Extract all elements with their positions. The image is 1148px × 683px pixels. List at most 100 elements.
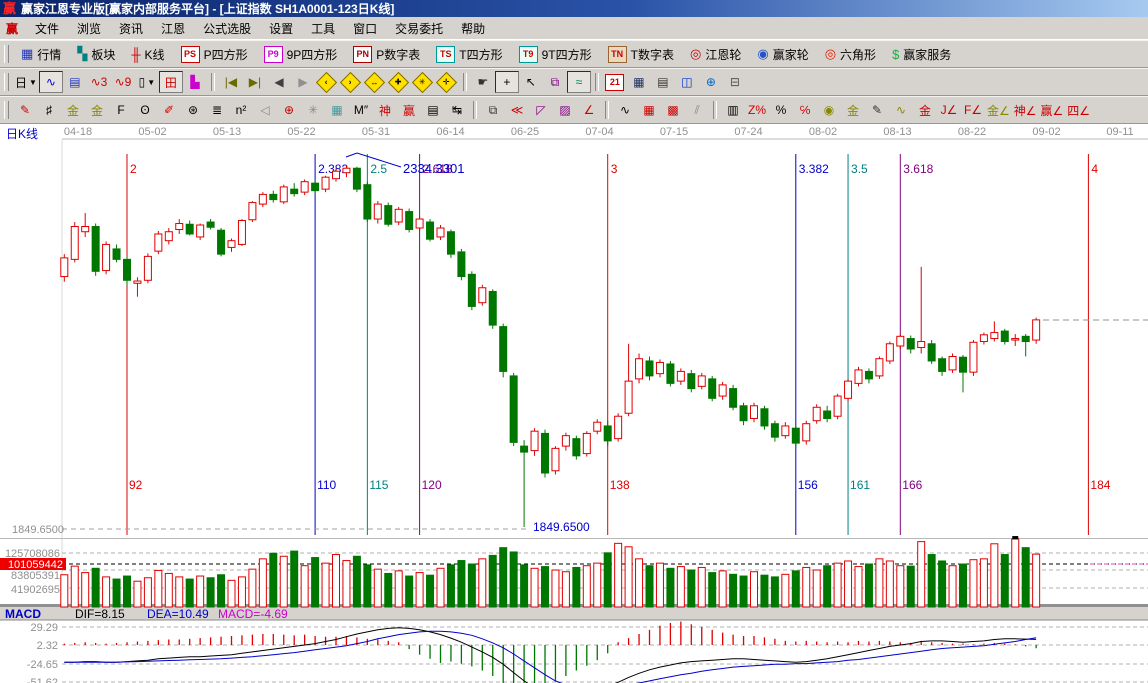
starweb-tool-button[interactable]: ✳: [301, 99, 325, 121]
ying-grid-tool-button[interactable]: 赢: [397, 99, 421, 121]
red-grid-tool-button[interactable]: ▦: [637, 99, 661, 121]
gong-wave-tool-button[interactable]: ∿: [889, 99, 913, 121]
menu-item-帮助[interactable]: 帮助: [452, 18, 494, 39]
calendar-tool-button[interactable]: 21: [603, 71, 627, 93]
gold-angle-tool-button[interactable]: 金∠: [985, 99, 1012, 121]
quote-board-button[interactable]: ▤: [63, 71, 87, 93]
pct-bars-tool-button[interactable]: ▥: [721, 99, 745, 121]
toolbar-hexagon-button[interactable]: ◎六角形: [817, 44, 884, 65]
zigzag-tool-button[interactable]: ∿: [39, 71, 63, 93]
ma-3-button[interactable]: ∿3: [87, 71, 111, 93]
nav-first-button[interactable]: |◀: [219, 71, 243, 93]
gold-lines-tool-button[interactable]: 金: [841, 99, 865, 121]
menu-item-资讯[interactable]: 资讯: [110, 18, 152, 39]
toolbar-p-number-table-button[interactable]: PNP数字表: [345, 44, 428, 65]
toolbar-grip[interactable]: [4, 101, 9, 119]
nav-last-button[interactable]: ▶|: [243, 71, 267, 93]
j-angle-tool-button[interactable]: J∠: [937, 99, 961, 121]
gold-grid2-tool-button[interactable]: 金: [85, 99, 109, 121]
menu-item-窗口[interactable]: 窗口: [344, 18, 386, 39]
candle-style-selector-dropdown-arrow-icon[interactable]: ▼: [147, 78, 155, 87]
zoom-all-button[interactable]: ✛: [435, 71, 459, 93]
flag-tool-button[interactable]: ◁: [253, 99, 277, 121]
toolbar-winner-wheel-button[interactable]: ◉赢家轮: [749, 44, 816, 65]
menu-item-设置[interactable]: 设置: [260, 18, 302, 39]
shen-angle-tool-button[interactable]: 神∠: [1012, 99, 1039, 121]
pct-lines-tool-button[interactable]: ℅: [793, 99, 817, 121]
volume-profile-button[interactable]: ▙: [183, 71, 207, 93]
si-angle-tool-button[interactable]: 四∠: [1065, 99, 1092, 121]
toolbar-winner-service-button[interactable]: $赢家服务: [884, 44, 959, 65]
menu-item-工具[interactable]: 工具: [302, 18, 344, 39]
pct-tool-button[interactable]: %: [769, 99, 793, 121]
zoom-out-button[interactable]: ✳: [411, 71, 435, 93]
gold-underline-tool-button[interactable]: 金: [913, 99, 937, 121]
app-icon[interactable]: 赢: [3, 1, 16, 16]
toolbar-p-square-button[interactable]: PSP四方形: [173, 44, 256, 65]
toolbar-kline-button[interactable]: ╫K线: [123, 44, 172, 65]
pen2-tool-button[interactable]: ✐: [157, 99, 181, 121]
menu-item-交易委托[interactable]: 交易委托: [386, 18, 452, 39]
title-bar[interactable]: 赢 赢家江恩专业版[赢家内部服务平台] - [上证指数 SH1A0001-123…: [0, 0, 1148, 17]
slashes-tool-button[interactable]: ⫽: [685, 99, 709, 121]
angle-lines-tool-button[interactable]: ∠: [577, 99, 601, 121]
ma-9-button[interactable]: ∿9: [111, 71, 135, 93]
crosshair-tool-button[interactable]: +: [495, 71, 519, 93]
compass-tool-button[interactable]: ⊛: [181, 99, 205, 121]
toolbar-grip[interactable]: [4, 73, 9, 91]
shen-grid-tool-button[interactable]: 神: [373, 99, 397, 121]
nav-next-button[interactable]: ▶: [291, 71, 315, 93]
pen-note-tool-button[interactable]: ✎: [865, 99, 889, 121]
memo-tool-button[interactable]: ▤: [651, 71, 675, 93]
fan-tool-button[interactable]: ≪: [505, 99, 529, 121]
zoom-right-button[interactable]: ›: [339, 71, 363, 93]
gold-circle-tool-button[interactable]: ◉: [817, 99, 841, 121]
ruler123-tool-button[interactable]: ▤: [421, 99, 445, 121]
ying-angle-tool-button[interactable]: 赢∠: [1039, 99, 1066, 121]
network-tool-button[interactable]: ⊕: [699, 71, 723, 93]
wave2-tool-button[interactable]: ∿: [613, 99, 637, 121]
period-day-selector-button[interactable]: 日▼: [13, 71, 39, 93]
nav-prev-button[interactable]: ◀: [267, 71, 291, 93]
period-day-selector-dropdown-arrow-icon[interactable]: ▼: [29, 78, 37, 87]
toolbar-9t-square-button[interactable]: T99T四方形: [511, 44, 600, 65]
toolbar-quotes-button[interactable]: ▦行情: [13, 44, 69, 65]
menu-item-文件[interactable]: 文件: [26, 18, 68, 39]
toolbar-t-number-table-button[interactable]: TNT数字表: [600, 44, 682, 65]
zoom-horizontal-button[interactable]: ↔: [363, 71, 387, 93]
gold-grid-tool-button[interactable]: 金: [61, 99, 85, 121]
menu-item-公式选股[interactable]: 公式选股: [194, 18, 260, 39]
box-diag-tool-button[interactable]: ▨: [553, 99, 577, 121]
pointer-zoom-tool-button[interactable]: ↖: [519, 71, 543, 93]
hand-tool-button[interactable]: ☛: [471, 71, 495, 93]
candle-style-selector-button[interactable]: ▯▼: [135, 71, 159, 93]
menu-item-浏览[interactable]: 浏览: [68, 18, 110, 39]
pen-tool-button[interactable]: ✎: [13, 99, 37, 121]
window-split-tool-button[interactable]: ⧉: [543, 71, 567, 93]
f-grid-tool-button[interactable]: F: [109, 99, 133, 121]
n2-tool-button[interactable]: n²: [229, 99, 253, 121]
menu-item-江恩[interactable]: 江恩: [152, 18, 194, 39]
red-grid2-tool-button[interactable]: ▩: [661, 99, 685, 121]
save-tool-button[interactable]: ◫: [675, 71, 699, 93]
z-pct-tool-button[interactable]: Z%: [745, 99, 769, 121]
zoom-left-button[interactable]: ‹: [315, 71, 339, 93]
mwave-tool-button[interactable]: M″: [349, 99, 373, 121]
menu-logo-icon[interactable]: 赢: [0, 20, 26, 37]
box-tool-button[interactable]: ⧉: [481, 99, 505, 121]
zoom-in-button[interactable]: ✚: [387, 71, 411, 93]
webbox-tool-button[interactable]: ▦: [325, 99, 349, 121]
arrows-h-tool-button[interactable]: ↹: [445, 99, 469, 121]
toolbar-9p-square-button[interactable]: P99P四方形: [256, 44, 346, 65]
gann-grid-toggle-button[interactable]: 田: [159, 71, 183, 93]
spiral-tool-button[interactable]: ʘ: [133, 99, 157, 121]
target-tool-button[interactable]: ⊕: [277, 99, 301, 121]
ruler-grid-tool-button[interactable]: ♯: [37, 99, 61, 121]
f-angle-tool-button[interactable]: F∠: [961, 99, 985, 121]
fan-box-tool-button[interactable]: ◸: [529, 99, 553, 121]
toolbar-grip[interactable]: [4, 45, 9, 63]
print-tool-button[interactable]: ⊟: [723, 71, 747, 93]
toolbar-gann-wheel-button[interactable]: ◎江恩轮: [682, 44, 749, 65]
kline-chart-canvas[interactable]: 04-1805-0205-1305-2205-3106-1406-2507-04…: [0, 124, 1148, 683]
wave-analyze-tool-button[interactable]: ≈: [567, 71, 591, 93]
